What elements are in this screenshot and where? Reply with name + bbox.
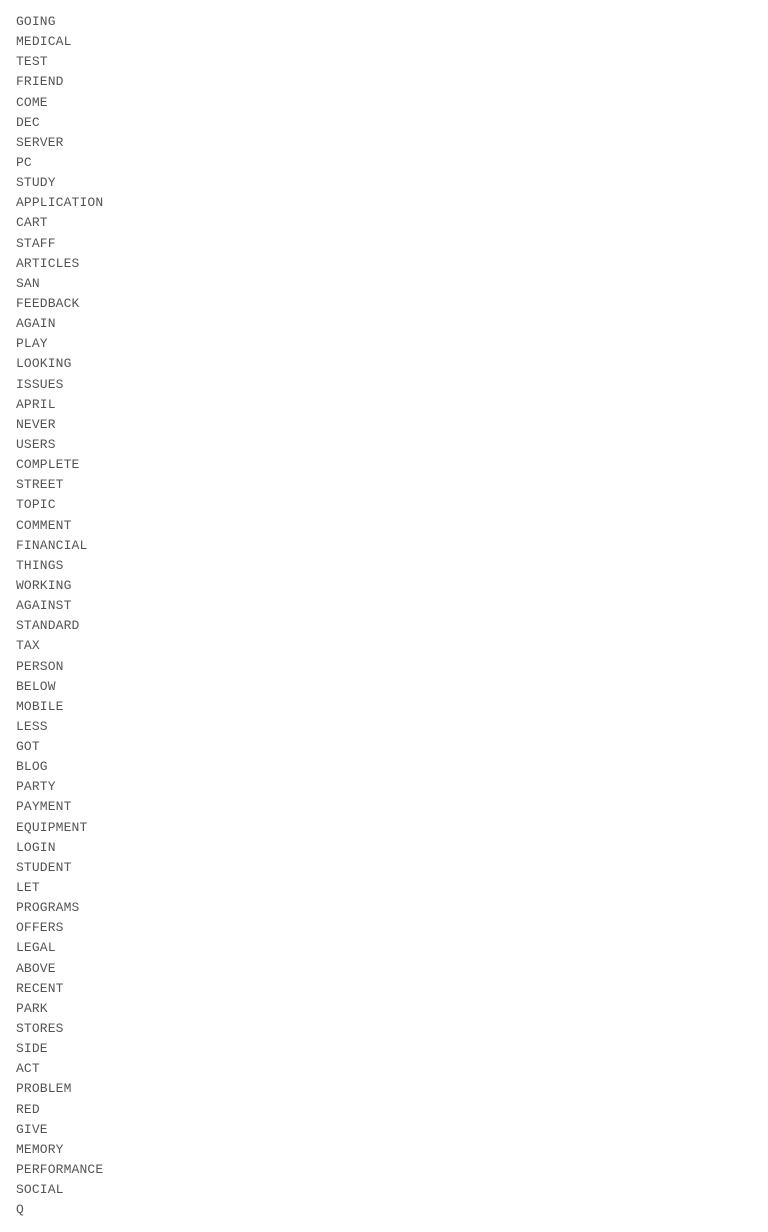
list-item: APRIL	[16, 395, 752, 415]
list-item: FINANCIAL	[16, 536, 752, 556]
list-item: THINGS	[16, 556, 752, 576]
list-item: CART	[16, 213, 752, 233]
list-item: BELOW	[16, 677, 752, 697]
list-item: STAFF	[16, 234, 752, 254]
list-item: DEC	[16, 113, 752, 133]
list-item: PC	[16, 153, 752, 173]
list-item: FEEDBACK	[16, 294, 752, 314]
list-item: SERVER	[16, 133, 752, 153]
list-item: TOPIC	[16, 495, 752, 515]
list-item: MEDICAL	[16, 32, 752, 52]
list-item: GOING	[16, 12, 752, 32]
list-item: STUDY	[16, 173, 752, 193]
list-item: ACT	[16, 1059, 752, 1079]
list-item: STREET	[16, 475, 752, 495]
list-item: LEGAL	[16, 938, 752, 958]
list-item: PROBLEM	[16, 1079, 752, 1099]
list-item: SOCIAL	[16, 1180, 752, 1200]
word-list: GOINGMEDICALTESTFRIENDCOMEDECSERVERPCSTU…	[16, 12, 752, 1220]
list-item: GIVE	[16, 1120, 752, 1140]
list-item: NEVER	[16, 415, 752, 435]
list-item: MEMORY	[16, 1140, 752, 1160]
list-item: PERFORMANCE	[16, 1160, 752, 1180]
list-item: SAN	[16, 274, 752, 294]
list-item: STUDENT	[16, 858, 752, 878]
list-item: ARTICLES	[16, 254, 752, 274]
list-item: Q	[16, 1200, 752, 1220]
list-item: GOT	[16, 737, 752, 757]
list-item: PROGRAMS	[16, 898, 752, 918]
list-item: PAYMENT	[16, 797, 752, 817]
list-item: PARK	[16, 999, 752, 1019]
list-item: PARTY	[16, 777, 752, 797]
list-item: OFFERS	[16, 918, 752, 938]
list-item: WORKING	[16, 576, 752, 596]
list-item: AGAIN	[16, 314, 752, 334]
list-item: LOOKING	[16, 354, 752, 374]
list-item: COMMENT	[16, 516, 752, 536]
list-item: PERSON	[16, 657, 752, 677]
list-item: AGAINST	[16, 596, 752, 616]
list-item: LESS	[16, 717, 752, 737]
list-item: TEST	[16, 52, 752, 72]
list-item: RECENT	[16, 979, 752, 999]
list-item: SIDE	[16, 1039, 752, 1059]
list-item: STANDARD	[16, 616, 752, 636]
list-item: EQUIPMENT	[16, 818, 752, 838]
list-item: LET	[16, 878, 752, 898]
list-item: BLOG	[16, 757, 752, 777]
list-item: COME	[16, 93, 752, 113]
list-item: APPLICATION	[16, 193, 752, 213]
list-item: STORES	[16, 1019, 752, 1039]
list-item: MOBILE	[16, 697, 752, 717]
list-item: ABOVE	[16, 959, 752, 979]
list-item: ISSUES	[16, 375, 752, 395]
list-item: COMPLETE	[16, 455, 752, 475]
list-item: LOGIN	[16, 838, 752, 858]
list-item: FRIEND	[16, 72, 752, 92]
list-item: TAX	[16, 636, 752, 656]
list-item: USERS	[16, 435, 752, 455]
list-item: PLAY	[16, 334, 752, 354]
list-item: RED	[16, 1100, 752, 1120]
